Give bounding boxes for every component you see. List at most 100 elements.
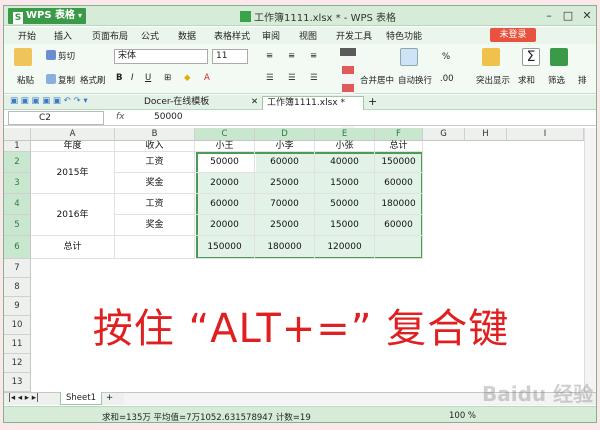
border-button[interactable]: ⊞ — [164, 73, 171, 83]
sum-button[interactable]: 求和 — [518, 74, 535, 86]
cell-d1[interactable]: 小李 — [255, 141, 315, 152]
align-right-button[interactable]: ☰ — [310, 73, 318, 83]
sort-button[interactable]: 排 — [578, 74, 587, 86]
format-painter-button[interactable]: 格式刷 — [80, 74, 106, 86]
zoom-level[interactable]: 100 % — [449, 411, 476, 421]
cell-e1[interactable]: 小张 — [315, 141, 375, 152]
cell-d2[interactable]: 60000 — [255, 152, 315, 173]
sheet-tab-sheet1[interactable]: Sheet1 — [60, 392, 102, 405]
cell-c3[interactable]: 20000 — [195, 173, 255, 194]
formula-input[interactable]: 50000 — [154, 112, 183, 122]
tab-docer[interactable]: Docer-在线模板 — [140, 96, 248, 110]
menu-data[interactable]: 数据 — [178, 29, 196, 42]
menu-view[interactable]: 视图 — [299, 29, 317, 42]
minimize-button[interactable]: – — [540, 7, 558, 24]
cell-e4[interactable]: 50000 — [315, 194, 375, 215]
sheet-nav-icons[interactable]: |◂ ◂ ▸ ▸| — [8, 393, 39, 403]
highlight-button[interactable]: 突出显示 — [476, 74, 510, 86]
align-top-button[interactable]: ≡ — [266, 51, 273, 61]
cell-c5[interactable]: 20000 — [195, 215, 255, 236]
filter-icon[interactable] — [550, 48, 568, 66]
menu-developer[interactable]: 开发工具 — [336, 29, 372, 42]
paste-button-label[interactable]: 粘贴 — [17, 74, 34, 86]
cell-f2[interactable]: 150000 — [375, 152, 423, 173]
align-center-button[interactable]: ☰ — [288, 73, 296, 83]
column-header-d[interactable]: D — [255, 128, 315, 141]
cell-c1[interactable]: 小王 — [195, 141, 255, 152]
italic-button[interactable]: I — [131, 73, 134, 83]
font-family-select[interactable]: 宋体 — [114, 49, 208, 64]
row-header-13[interactable]: 13 — [4, 373, 31, 392]
cell-b6[interactable] — [115, 236, 195, 259]
align-bottom-button[interactable]: ≡ — [310, 51, 317, 61]
wrap-text-icon[interactable] — [400, 48, 418, 66]
align-middle-button[interactable]: ≡ — [288, 51, 295, 61]
cell-e3[interactable]: 15000 — [315, 173, 375, 194]
cell-b2[interactable]: 工资 — [115, 152, 195, 173]
cell-d3[interactable]: 25000 — [255, 173, 315, 194]
column-header-f[interactable]: F — [375, 128, 423, 141]
cell-b5[interactable]: 奖金 — [115, 215, 195, 236]
row-header-1[interactable]: 1 — [4, 141, 31, 152]
cell-b1[interactable]: 收入 — [115, 141, 195, 152]
menu-page-layout[interactable]: 页面布局 — [92, 29, 128, 42]
maximize-button[interactable]: □ — [559, 7, 577, 24]
align-left-button[interactable]: ☰ — [266, 73, 274, 83]
filter-button[interactable]: 筛选 — [548, 74, 565, 86]
cell-c6[interactable]: 150000 — [195, 236, 255, 259]
underline-button[interactable]: U — [145, 73, 151, 83]
quick-access-icons[interactable]: ▣ ▣ ▣ ▣ ▣ ↶ ↷ ▾ — [10, 96, 88, 106]
row-header-4[interactable]: 4 — [4, 194, 31, 215]
cell-a6[interactable]: 总计 — [31, 236, 115, 259]
decimal-button[interactable]: .00 — [440, 74, 454, 84]
tab-workbook[interactable]: 工作簿1111.xlsx * — [262, 96, 364, 110]
cell-e2[interactable]: 40000 — [315, 152, 375, 173]
menu-review[interactable]: 审阅 — [262, 29, 280, 42]
cell-d5[interactable]: 25000 — [255, 215, 315, 236]
bold-button[interactable]: B — [116, 73, 122, 83]
row-header-2[interactable]: 2 — [4, 152, 31, 173]
column-header-i[interactable]: I — [507, 128, 584, 141]
column-header-e[interactable]: E — [315, 128, 375, 141]
tab-close-icon[interactable]: ✕ — [251, 97, 258, 107]
percent-button[interactable]: % — [442, 52, 450, 62]
fx-icon[interactable]: fx — [116, 112, 125, 122]
column-header-h[interactable]: H — [465, 128, 507, 141]
cell-a1[interactable]: 年度 — [31, 141, 115, 152]
app-menu-button[interactable]: S WPS 表格 ▾ — [8, 8, 86, 24]
cell-f5[interactable]: 60000 — [375, 215, 423, 236]
login-button[interactable]: 未登录 — [490, 28, 536, 42]
column-header-b[interactable]: B — [115, 128, 195, 141]
menu-insert[interactable]: 插入 — [54, 29, 72, 42]
font-size-select[interactable]: 11 — [212, 49, 248, 64]
cell-f1[interactable]: 总计 — [375, 141, 423, 152]
cell-b3[interactable]: 奖金 — [115, 173, 195, 194]
column-header-g[interactable]: G — [423, 128, 465, 141]
cell-a2-merged[interactable]: 2015年 — [31, 152, 115, 194]
menu-formula[interactable]: 公式 — [141, 29, 159, 42]
row-header-5[interactable]: 5 — [4, 215, 31, 236]
row-header-3[interactable]: 3 — [4, 173, 31, 194]
row-header-6[interactable]: 6 — [4, 236, 31, 259]
cell-f6[interactable] — [375, 236, 423, 259]
cell-b4[interactable]: 工资 — [115, 194, 195, 215]
cell-f3[interactable]: 60000 — [375, 173, 423, 194]
add-sheet-button[interactable]: + — [106, 393, 113, 403]
cell-c2[interactable]: 50000 — [195, 152, 255, 173]
wrap-text-button[interactable]: 自动换行 — [398, 74, 432, 86]
cell-d6[interactable]: 180000 — [255, 236, 315, 259]
sum-icon[interactable]: Σ — [522, 48, 540, 66]
row-header-12[interactable]: 12 — [4, 354, 31, 373]
cell-c4[interactable]: 60000 — [195, 194, 255, 215]
menu-table-style[interactable]: 表格样式 — [214, 29, 250, 42]
row-header-7[interactable]: 7 — [4, 259, 31, 278]
name-box[interactable]: C2 — [8, 111, 104, 125]
cut-button[interactable]: 剪切 — [46, 50, 75, 62]
menu-home[interactable]: 开始 — [18, 29, 36, 42]
cell-e6[interactable]: 120000 — [315, 236, 375, 259]
merge-center-button[interactable]: 合并居中 — [360, 74, 394, 86]
fill-color-button[interactable]: ◆ — [184, 73, 191, 83]
close-button[interactable]: ✕ — [578, 7, 596, 24]
cell-f4[interactable]: 180000 — [375, 194, 423, 215]
paste-icon[interactable] — [14, 48, 32, 66]
